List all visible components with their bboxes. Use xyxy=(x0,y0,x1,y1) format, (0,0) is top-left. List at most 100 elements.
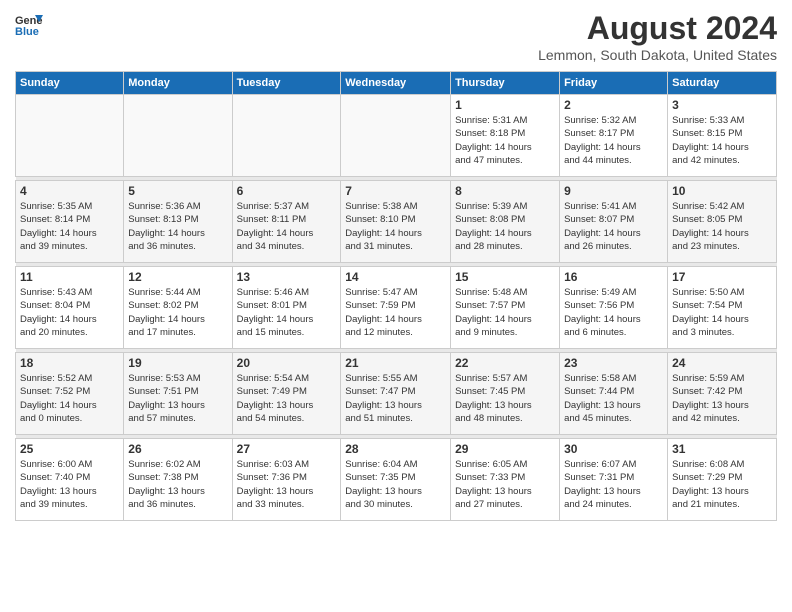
day-number: 26 xyxy=(128,442,227,456)
day-number: 6 xyxy=(237,184,337,198)
day-number: 2 xyxy=(564,98,663,112)
day-info: Sunrise: 5:36 AM Sunset: 8:13 PM Dayligh… xyxy=(128,200,227,253)
day-cell: 9Sunrise: 5:41 AM Sunset: 8:07 PM Daylig… xyxy=(560,181,668,263)
day-number: 8 xyxy=(455,184,555,198)
day-info: Sunrise: 6:00 AM Sunset: 7:40 PM Dayligh… xyxy=(20,458,119,511)
day-info: Sunrise: 6:04 AM Sunset: 7:35 PM Dayligh… xyxy=(345,458,446,511)
day-number: 23 xyxy=(564,356,663,370)
day-cell: 30 Sunrise: 6:07 AM Sunset: 7:31 PM Dayli… xyxy=(560,439,668,521)
subtitle: Lemmon, South Dakota, United States xyxy=(538,47,777,63)
day-cell: 27 Sunrise: 6:03 AM Sunset: 7:36 PM Dayli… xyxy=(232,439,341,521)
day-info: Sunrise: 5:33 AM Sunset: 8:15 PM Dayligh… xyxy=(672,114,772,167)
day-info: Sunrise: 5:58 AM Sunset: 7:44 PM Dayligh… xyxy=(564,372,663,425)
header-saturday: Saturday xyxy=(668,72,777,95)
day-cell: 21Sunrise: 5:55 AM Sunset: 7:47 PM Dayli… xyxy=(341,353,451,435)
logo: General Blue xyxy=(15,10,43,38)
day-info: Sunrise: 5:41 AM Sunset: 8:07 PM Dayligh… xyxy=(564,200,663,253)
header-thursday: Thursday xyxy=(451,72,560,95)
day-info: Sunrise: 6:08 AM Sunset: 7:29 PM Dayligh… xyxy=(672,458,772,511)
day-info: Sunrise: 5:59 AM Sunset: 7:42 PM Dayligh… xyxy=(672,372,772,425)
day-cell: 31 Sunrise: 6:08 AM Sunset: 7:29 PM Dayli… xyxy=(668,439,777,521)
day-cell xyxy=(124,95,232,177)
day-cell: 20Sunrise: 5:54 AM Sunset: 7:49 PM Dayli… xyxy=(232,353,341,435)
day-info: Sunrise: 5:53 AM Sunset: 7:51 PM Dayligh… xyxy=(128,372,227,425)
day-number: 20 xyxy=(237,356,337,370)
day-cell: 28 Sunrise: 6:04 AM Sunset: 7:35 PM Dayli… xyxy=(341,439,451,521)
day-info: Sunrise: 5:52 AM Sunset: 7:52 PM Dayligh… xyxy=(20,372,119,425)
day-info: Sunrise: 5:49 AM Sunset: 7:56 PM Dayligh… xyxy=(564,286,663,339)
day-info: Sunrise: 6:03 AM Sunset: 7:36 PM Dayligh… xyxy=(237,458,337,511)
day-number: 29 xyxy=(455,442,555,456)
day-number: 27 xyxy=(237,442,337,456)
day-number: 4 xyxy=(20,184,119,198)
day-cell: 15 Sunrise: 5:48 AM Sunset: 7:57 PM Dayli… xyxy=(451,267,560,349)
day-cell: 11Sunrise: 5:43 AM Sunset: 8:04 PM Dayli… xyxy=(16,267,124,349)
day-cell: 24Sunrise: 5:59 AM Sunset: 7:42 PM Dayli… xyxy=(668,353,777,435)
day-info: Sunrise: 5:55 AM Sunset: 7:47 PM Dayligh… xyxy=(345,372,446,425)
header-friday: Friday xyxy=(560,72,668,95)
header-tuesday: Tuesday xyxy=(232,72,341,95)
day-cell: 17Sunrise: 5:50 AM Sunset: 7:54 PM Dayli… xyxy=(668,267,777,349)
day-cell: 19 Sunrise: 5:53 AM Sunset: 7:51 PM Dayli… xyxy=(124,353,232,435)
calendar-week-4: 18Sunrise: 5:52 AM Sunset: 7:52 PM Dayli… xyxy=(16,353,777,435)
day-cell: 29 Sunrise: 6:05 AM Sunset: 7:33 PM Dayli… xyxy=(451,439,560,521)
day-number: 30 xyxy=(564,442,663,456)
title-section: August 2024 Lemmon, South Dakota, United… xyxy=(538,10,777,63)
day-cell: 16 Sunrise: 5:49 AM Sunset: 7:56 PM Dayli… xyxy=(560,267,668,349)
day-cell: 23 Sunrise: 5:58 AM Sunset: 7:44 PM Dayli… xyxy=(560,353,668,435)
day-number: 19 xyxy=(128,356,227,370)
day-info: Sunrise: 5:57 AM Sunset: 7:45 PM Dayligh… xyxy=(455,372,555,425)
day-cell: 4 Sunrise: 5:35 AM Sunset: 8:14 PM Daylig… xyxy=(16,181,124,263)
day-info: Sunrise: 5:31 AM Sunset: 8:18 PM Dayligh… xyxy=(455,114,555,167)
day-cell: 10Sunrise: 5:42 AM Sunset: 8:05 PM Dayli… xyxy=(668,181,777,263)
calendar-table: Sunday Monday Tuesday Wednesday Thursday… xyxy=(15,71,777,521)
day-number: 7 xyxy=(345,184,446,198)
day-info: Sunrise: 6:07 AM Sunset: 7:31 PM Dayligh… xyxy=(564,458,663,511)
calendar-week-2: 4 Sunrise: 5:35 AM Sunset: 8:14 PM Daylig… xyxy=(16,181,777,263)
day-number: 28 xyxy=(345,442,446,456)
header-sunday: Sunday xyxy=(16,72,124,95)
day-number: 17 xyxy=(672,270,772,284)
day-cell xyxy=(232,95,341,177)
day-number: 3 xyxy=(672,98,772,112)
day-info: Sunrise: 5:37 AM Sunset: 8:11 PM Dayligh… xyxy=(237,200,337,253)
day-cell xyxy=(341,95,451,177)
day-cell: 26 Sunrise: 6:02 AM Sunset: 7:38 PM Dayli… xyxy=(124,439,232,521)
day-number: 16 xyxy=(564,270,663,284)
calendar-week-1: 1 Sunrise: 5:31 AM Sunset: 8:18 PM Daylig… xyxy=(16,95,777,177)
day-info: Sunrise: 6:02 AM Sunset: 7:38 PM Dayligh… xyxy=(128,458,227,511)
day-info: Sunrise: 6:05 AM Sunset: 7:33 PM Dayligh… xyxy=(455,458,555,511)
day-info: Sunrise: 5:43 AM Sunset: 8:04 PM Dayligh… xyxy=(20,286,119,339)
day-number: 13 xyxy=(237,270,337,284)
day-info: Sunrise: 5:32 AM Sunset: 8:17 PM Dayligh… xyxy=(564,114,663,167)
day-cell xyxy=(16,95,124,177)
day-number: 31 xyxy=(672,442,772,456)
day-info: Sunrise: 5:46 AM Sunset: 8:01 PM Dayligh… xyxy=(237,286,337,339)
day-cell: 12 Sunrise: 5:44 AM Sunset: 8:02 PM Dayli… xyxy=(124,267,232,349)
day-number: 15 xyxy=(455,270,555,284)
day-cell: 1 Sunrise: 5:31 AM Sunset: 8:18 PM Daylig… xyxy=(451,95,560,177)
day-cell: 5 Sunrise: 5:36 AM Sunset: 8:13 PM Daylig… xyxy=(124,181,232,263)
day-cell: 18Sunrise: 5:52 AM Sunset: 7:52 PM Dayli… xyxy=(16,353,124,435)
day-number: 12 xyxy=(128,270,227,284)
day-info: Sunrise: 5:47 AM Sunset: 7:59 PM Dayligh… xyxy=(345,286,446,339)
day-cell: 2 Sunrise: 5:32 AM Sunset: 8:17 PM Daylig… xyxy=(560,95,668,177)
calendar-week-5: 25Sunrise: 6:00 AM Sunset: 7:40 PM Dayli… xyxy=(16,439,777,521)
svg-text:Blue: Blue xyxy=(15,26,39,38)
day-number: 22 xyxy=(455,356,555,370)
day-cell: 3 Sunrise: 5:33 AM Sunset: 8:15 PM Daylig… xyxy=(668,95,777,177)
day-number: 1 xyxy=(455,98,555,112)
day-info: Sunrise: 5:48 AM Sunset: 7:57 PM Dayligh… xyxy=(455,286,555,339)
logo-icon: General Blue xyxy=(15,10,43,38)
day-cell: 7 Sunrise: 5:38 AM Sunset: 8:10 PM Daylig… xyxy=(341,181,451,263)
day-cell: 6 Sunrise: 5:37 AM Sunset: 8:11 PM Daylig… xyxy=(232,181,341,263)
day-info: Sunrise: 5:35 AM Sunset: 8:14 PM Dayligh… xyxy=(20,200,119,253)
day-cell: 22 Sunrise: 5:57 AM Sunset: 7:45 PM Dayli… xyxy=(451,353,560,435)
day-info: Sunrise: 5:44 AM Sunset: 8:02 PM Dayligh… xyxy=(128,286,227,339)
header-wednesday: Wednesday xyxy=(341,72,451,95)
day-cell: 25Sunrise: 6:00 AM Sunset: 7:40 PM Dayli… xyxy=(16,439,124,521)
day-number: 5 xyxy=(128,184,227,198)
day-info: Sunrise: 5:38 AM Sunset: 8:10 PM Dayligh… xyxy=(345,200,446,253)
calendar-week-3: 11Sunrise: 5:43 AM Sunset: 8:04 PM Dayli… xyxy=(16,267,777,349)
day-number: 10 xyxy=(672,184,772,198)
